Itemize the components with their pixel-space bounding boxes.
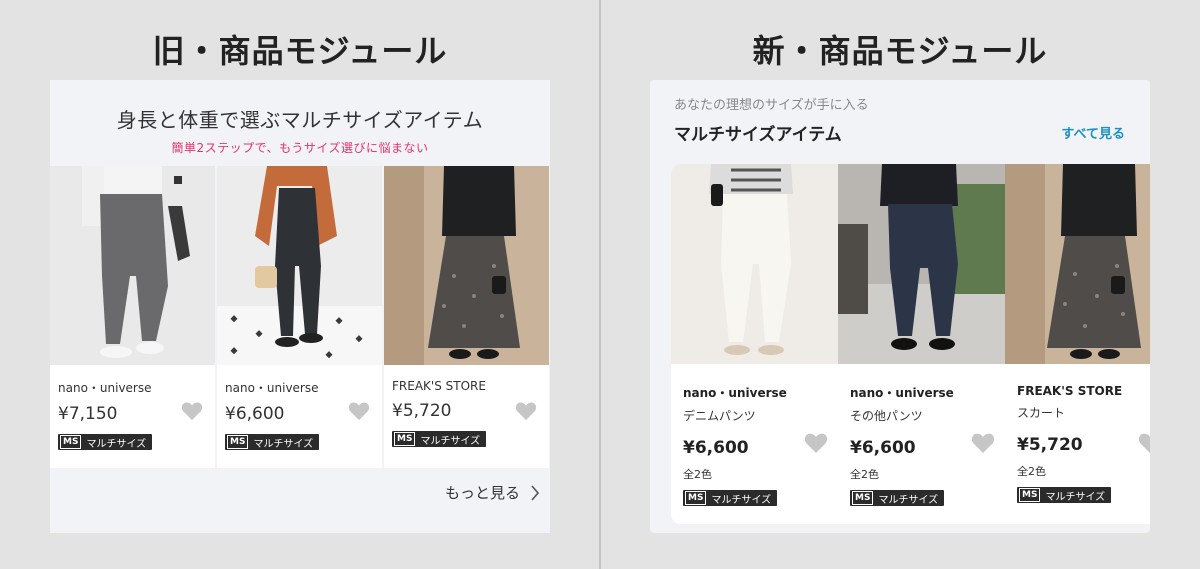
product-brand: nano・universe [58,381,152,395]
ms-mark: MS [1019,488,1041,502]
new-product-module: あなたの理想のサイズが手に入る マルチサイズアイテム すべて見る nano・un… [650,80,1150,533]
product-price: ¥5,720 [1017,435,1083,455]
old-product-list: nano・universe ¥7,150 MS マルチサイズ nano・univ… [50,166,550,468]
product-brand: nano・universe [850,386,954,400]
product-image[interactable] [838,164,1005,364]
product-card[interactable]: nano・universe デニムパンツ ¥6,600 全2色 MS マルチサイ… [671,164,838,524]
multisize-badge: MS マルチサイズ [225,434,320,450]
old-module-subtitle: 簡単2ステップで、もうサイズ選びに悩まない [171,141,429,155]
badge-label: マルチサイズ [711,494,772,506]
product-info: nano・universe ¥7,150 MS マルチサイズ [50,369,215,472]
product-brand: nano・universe [225,381,319,395]
product-info: nano・universe その他パンツ ¥6,600 全2色 MS マルチサイ… [838,368,1005,506]
product-info: FREAK'S STORE スカート ¥5,720 全2色 MS マルチサイズ [1005,368,1150,503]
badge-label: マルチサイズ [1045,491,1106,503]
multisize-badge: MS マルチサイズ [58,434,153,450]
old-module-title: 身長と体重で選ぶマルチサイズアイテム [116,108,484,132]
badge-label: マルチサイズ [878,494,939,506]
product-category: その他パンツ [850,409,923,423]
product-image[interactable] [671,164,838,364]
heart-icon[interactable] [804,432,828,454]
ms-mark: MS [685,491,707,505]
product-image[interactable] [50,166,215,365]
see-all-link[interactable]: すべて見る [1061,123,1125,142]
product-card[interactable]: FREAK'S STORE ¥5,720 MS マルチサイズ [384,166,549,468]
product-info: FREAK'S STORE ¥5,720 MS マルチサイズ [384,369,549,472]
product-image[interactable] [1005,164,1150,364]
product-image[interactable] [384,166,549,365]
new-module-eyebrow: あなたの理想のサイズが手に入る [674,98,869,113]
heart-icon[interactable] [1138,432,1150,454]
new-module-title: マルチサイズアイテム [674,125,842,145]
old-module-heading: 旧・商品モジュール [152,32,448,70]
comparison-divider [599,0,601,569]
chevron-right-icon [531,484,540,501]
product-category: デニムパンツ [683,409,756,423]
product-card[interactable]: nano・universe その他パンツ ¥6,600 全2色 MS マルチサイ… [838,164,1005,524]
product-info: nano・universe ¥6,600 MS マルチサイズ [217,369,382,472]
product-card[interactable]: FREAK'S STORE スカート ¥5,720 全2色 MS マルチサイズ [1005,164,1150,524]
old-module-header: 身長と体重で選ぶマルチサイズアイテム 簡単2ステップで、もうサイズ選びに悩まない [50,80,550,166]
heart-icon[interactable] [348,401,370,421]
multisize-badge: MS マルチサイズ [392,431,487,447]
product-colors: 全2色 [850,468,879,481]
product-brand: FREAK'S STORE [392,379,486,393]
more-link[interactable]: もっと見る [445,482,540,503]
old-product-module: 身長と体重で選ぶマルチサイズアイテム 簡単2ステップで、もうサイズ選びに悩まない… [50,80,550,533]
product-brand: nano・universe [683,386,787,400]
badge-label: マルチサイズ [253,438,314,450]
product-colors: 全2色 [1017,465,1046,478]
product-info: nano・universe デニムパンツ ¥6,600 全2色 MS マルチサイ… [671,368,838,506]
ms-mark: MS [852,491,874,505]
product-category: スカート [1017,406,1066,420]
ms-mark: MS [60,435,82,449]
multisize-badge: MS マルチサイズ [683,490,778,506]
product-card[interactable]: nano・universe ¥6,600 MS マルチサイズ [217,166,382,468]
product-colors: 全2色 [683,468,712,481]
new-product-carousel[interactable]: nano・universe デニムパンツ ¥6,600 全2色 MS マルチサイ… [671,164,1150,524]
heart-icon[interactable] [515,401,537,421]
product-image[interactable] [217,166,382,365]
product-brand: FREAK'S STORE [1017,384,1123,398]
badge-label: マルチサイズ [420,435,481,447]
heart-icon[interactable] [971,432,995,454]
badge-label: マルチサイズ [86,438,147,450]
product-card[interactable]: nano・universe ¥7,150 MS マルチサイズ [50,166,215,468]
new-module-heading: 新・商品モジュール [752,32,1048,70]
ms-mark: MS [394,432,416,446]
heart-icon[interactable] [181,401,203,421]
more-link-label: もっと見る [444,484,520,502]
multisize-badge: MS マルチサイズ [1017,487,1112,503]
multisize-badge: MS マルチサイズ [850,490,945,506]
ms-mark: MS [227,435,249,449]
